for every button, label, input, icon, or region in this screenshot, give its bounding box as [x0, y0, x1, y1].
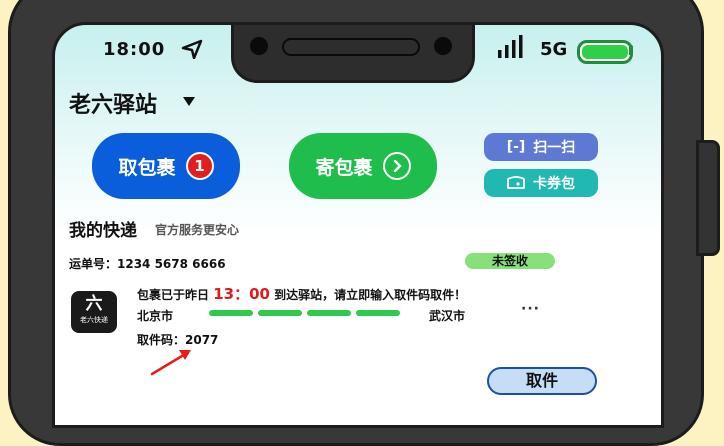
- battery-icon: [577, 40, 633, 64]
- more-icon[interactable]: ···: [521, 301, 540, 317]
- progress-segment: [258, 310, 302, 316]
- scan-label: 扫一扫: [533, 140, 576, 156]
- logo-text: 老六快递: [80, 316, 108, 324]
- arrival-message: 包裹已于昨日 13：00 到达驿站，请立即输入取件码取件！: [137, 283, 466, 304]
- status-time: 18:00: [103, 39, 166, 60]
- progress-segment: [209, 310, 253, 316]
- message-prefix: 包裹已于昨日: [137, 288, 210, 302]
- send-parcel-label: 寄包裹: [315, 156, 373, 179]
- phone-side-button: [696, 140, 720, 256]
- message-suffix: 到达驿站，请立即输入取件码取件！: [274, 288, 467, 302]
- scan-button[interactable]: [-] 扫一扫: [484, 133, 598, 161]
- progress-segment: [356, 310, 400, 316]
- phone-notch: [231, 25, 475, 83]
- scan-icon: [-]: [506, 139, 526, 155]
- camera-icon: [250, 37, 268, 55]
- station-title[interactable]: 老六驿站: [69, 87, 157, 119]
- send-parcel-button[interactable]: 寄包裹: [289, 133, 437, 199]
- waybill-number: 运单号：1234 5678 6666: [69, 257, 226, 271]
- speaker-grille: [282, 38, 420, 56]
- delivery-progress: [209, 310, 400, 316]
- battery-cap: [629, 45, 633, 55]
- status-badge: 未签收: [465, 253, 555, 269]
- phone-screen: 18:00 5G 老六驿站 取包裹 1 寄包裹 [-] 扫一扫 卡券包 我的快递…: [52, 22, 664, 428]
- pickup-parcel-label: 取包裹: [118, 156, 176, 179]
- origin-city: 北京市: [137, 309, 174, 323]
- arrow-right-circle-icon: [382, 152, 411, 180]
- notification-badge: 1: [185, 152, 214, 180]
- pickup-parcel-button[interactable]: 取包裹 1: [92, 133, 240, 199]
- annotation-arrow-icon: [150, 350, 191, 376]
- signal-icon: [498, 35, 523, 58]
- section-subtitle: 官方服务更安心: [155, 223, 240, 237]
- coupon-icon: [507, 176, 525, 189]
- dropdown-caret-icon[interactable]: [183, 97, 195, 106]
- coupon-button[interactable]: 卡券包: [484, 169, 598, 197]
- courier-logo: 六 老六快递: [71, 291, 117, 333]
- pickup-code: 取件码：2077: [137, 333, 219, 347]
- arrival-time: 13：00: [213, 285, 270, 303]
- destination-city: 武汉市: [429, 309, 466, 323]
- network-type: 5G: [540, 39, 568, 60]
- navigation-arrow-icon: [181, 39, 203, 59]
- camera-icon: [434, 37, 452, 55]
- pickup-button[interactable]: 取件: [487, 367, 597, 395]
- logo-mark: 六: [85, 294, 103, 314]
- progress-segment: [307, 310, 351, 316]
- section-title: 我的快递: [69, 221, 137, 241]
- coupon-label: 卡券包: [533, 176, 575, 192]
